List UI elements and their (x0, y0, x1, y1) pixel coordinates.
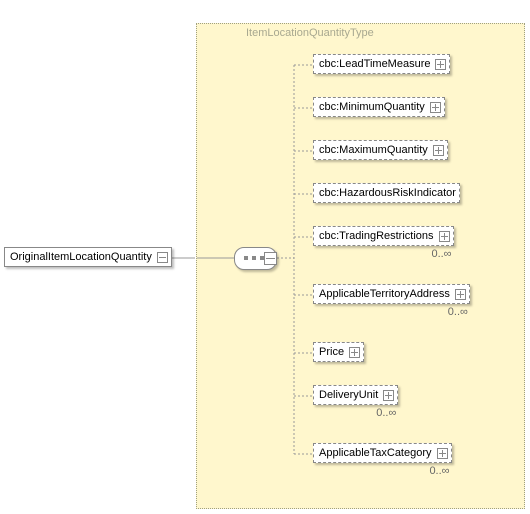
root-element-label: OriginalItemLocationQuantity (10, 251, 152, 263)
occurrence-label: 0..∞ (429, 465, 449, 477)
collapse-icon[interactable] (157, 252, 168, 263)
child-element-node[interactable]: ApplicableTaxCategory (313, 443, 452, 463)
expand-icon[interactable] (435, 59, 446, 70)
occurrence-label: 0..∞ (376, 407, 396, 419)
child-element-label: ApplicableTerritoryAddress (319, 288, 450, 300)
child-element-node[interactable]: ApplicableTerritoryAddress (313, 284, 470, 304)
expand-icon[interactable] (439, 231, 450, 242)
expand-icon[interactable] (437, 448, 448, 459)
expand-icon[interactable] (455, 289, 466, 300)
sequence-compositor[interactable] (234, 247, 277, 270)
expand-icon[interactable] (349, 347, 360, 358)
expand-icon[interactable] (433, 145, 444, 156)
child-element-label: Price (319, 346, 344, 358)
collapse-icon[interactable] (264, 252, 277, 265)
child-element-node[interactable]: cbc:LeadTimeMeasure (313, 54, 450, 74)
child-element-label: DeliveryUnit (319, 389, 378, 401)
child-element-label: ApplicableTaxCategory (319, 447, 432, 459)
child-element-label: cbc:LeadTimeMeasure (319, 58, 430, 70)
child-element-node[interactable]: cbc:TradingRestrictions (313, 226, 454, 246)
occurrence-label: 0..∞ (448, 306, 468, 318)
child-element-node[interactable]: cbc:MinimumQuantity (313, 97, 445, 117)
root-element-node[interactable]: OriginalItemLocationQuantity (4, 247, 172, 267)
expand-icon[interactable] (383, 390, 394, 401)
child-element-node[interactable]: cbc:MaximumQuantity (313, 140, 448, 160)
child-element-node[interactable]: DeliveryUnit (313, 385, 398, 405)
child-element-label: cbc:MaximumQuantity (319, 144, 428, 156)
child-element-label: cbc:MinimumQuantity (319, 101, 425, 113)
occurrence-label: 0..∞ (431, 248, 451, 260)
child-element-node[interactable]: cbc:HazardousRiskIndicator (313, 183, 460, 203)
child-element-label: cbc:TradingRestrictions (319, 230, 434, 242)
type-name-label: ItemLocationQuantityType (246, 27, 374, 39)
expand-icon[interactable] (430, 102, 441, 113)
child-element-label: cbc:HazardousRiskIndicator (319, 187, 456, 199)
child-element-node[interactable]: Price (313, 342, 364, 362)
